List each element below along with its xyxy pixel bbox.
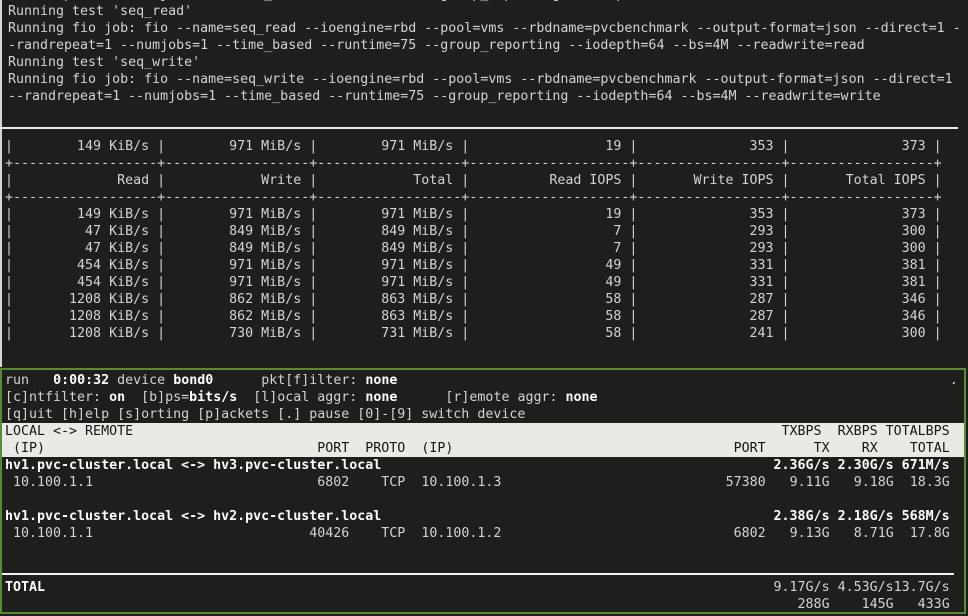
log-line: -randrepeat=1 --numjobs=1 --time_based -… <box>3 37 965 54</box>
terminal-screen: -randrepeat=1 --numjobs=1 --time_based -… <box>0 0 968 616</box>
table-line: | Read | Write | Total | Read IOPS | Wri… <box>3 172 965 189</box>
log-line: Running fio job: fio --name=seq_write --… <box>3 71 965 88</box>
table-line: | 149 KiB/s | 971 MiB/s | 971 MiB/s | 19… <box>3 138 965 155</box>
netmon-line: [c]ntfilter: on [b]ps=bits/s [l]ocal agg… <box>2 389 964 406</box>
netmon-line: 288G 145G 433G <box>2 596 964 613</box>
log-line: Running fio job: fio --name=seq_read --i… <box>3 20 965 37</box>
table-line: | 149 KiB/s | 971 MiB/s | 971 MiB/s | 19… <box>3 206 965 223</box>
netmon-line: hv1.pvc-cluster.local <-> hv3.pvc-cluste… <box>2 457 964 474</box>
log-line: Running test 'seq_read' <box>3 3 965 20</box>
scrolled-text-remnant: -randrepeat=1 --numjobs=1 --time_based -… <box>3 0 865 3</box>
table-line: | 454 KiB/s | 971 MiB/s | 971 MiB/s | 49… <box>3 274 965 291</box>
fio-log-pane[interactable]: -randrepeat=1 --numjobs=1 --time_based -… <box>3 0 965 129</box>
table-line: | 1208 KiB/s | 730 MiB/s | 731 MiB/s | 5… <box>3 325 965 342</box>
netmon-line <box>2 559 964 579</box>
table-line: | 1208 KiB/s | 862 MiB/s | 863 MiB/s | 5… <box>3 291 965 308</box>
netmon-line: 10.100.1.1 40426 TCP 10.100.1.2 6802 9.1… <box>2 525 964 542</box>
netmon-line: (IP) PORT PROTO (IP) PORT TX RX TOTAL <box>2 440 964 457</box>
log-line: --randrepeat=1 --numjobs=1 --time_based … <box>3 88 965 105</box>
fio-results-pane[interactable]: | 149 KiB/s | 971 MiB/s | 971 MiB/s | 19… <box>3 130 965 374</box>
netmon-line <box>2 542 964 559</box>
netmon-pane[interactable]: run 0:00:32 device bond0 pkt[f]ilter: no… <box>2 370 964 614</box>
netmon-lines: run 0:00:32 device bond0 pkt[f]ilter: no… <box>2 372 964 613</box>
netmon-line <box>2 491 964 508</box>
netmon-line: [q]uit [h]elp [s]orting [p]ackets [.] pa… <box>2 406 964 423</box>
netmon-line: run 0:00:32 device bond0 pkt[f]ilter: no… <box>2 372 964 389</box>
fio-results-table: | 149 KiB/s | 971 MiB/s | 971 MiB/s | 19… <box>3 138 965 342</box>
netmon-line: hv1.pvc-cluster.local <-> hv2.pvc-cluste… <box>2 508 964 525</box>
netmon-line: LOCAL <-> REMOTE TXBPS RXBPS TOTALBPS <box>2 423 964 440</box>
log-line: Running test 'seq_write' <box>3 54 965 71</box>
table-line: +------------------+------------------+-… <box>3 155 965 172</box>
pane-border-left <box>0 0 2 367</box>
netmon-line: TOTAL 9.17G/s 4.53G/s13.7G/s <box>2 579 964 596</box>
table-line: +------------------+------------------+-… <box>3 189 965 206</box>
table-line: | 47 KiB/s | 849 MiB/s | 849 MiB/s | 7 |… <box>3 223 965 240</box>
table-line: | 1208 KiB/s | 862 MiB/s | 863 MiB/s | 5… <box>3 308 965 325</box>
table-line: | 47 KiB/s | 849 MiB/s | 849 MiB/s | 7 |… <box>3 240 965 257</box>
netmon-line: 10.100.1.1 6802 TCP 10.100.1.3 57380 9.1… <box>2 474 964 491</box>
table-line: | 454 KiB/s | 971 MiB/s | 971 MiB/s | 49… <box>3 257 965 274</box>
pane-divider <box>0 127 958 129</box>
